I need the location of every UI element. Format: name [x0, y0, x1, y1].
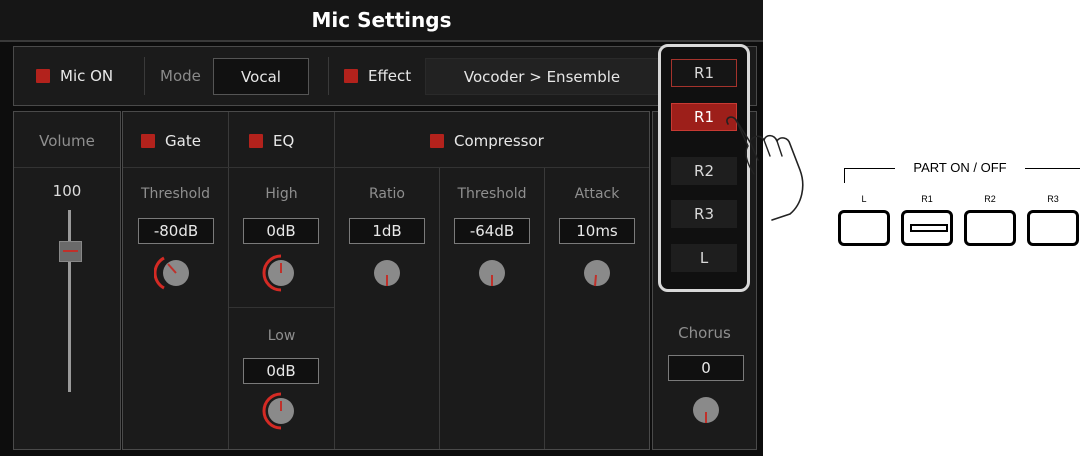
hw-label-r2: R2 [984, 194, 996, 204]
volume-panel: Volume 100 [13, 111, 121, 450]
divider [439, 167, 440, 449]
gate-checkbox[interactable] [141, 134, 155, 148]
chorus-label: Chorus [678, 324, 731, 342]
compressor-ratio-label: Ratio [369, 186, 405, 202]
compressor-threshold-knob[interactable] [470, 251, 514, 295]
compressor-ratio-knob[interactable] [365, 251, 409, 295]
compressor-attack-label: Attack [574, 186, 620, 202]
eq-low-knob[interactable] [259, 389, 303, 433]
divider [14, 167, 120, 168]
eq-high-label: High [265, 186, 298, 202]
eq-high-knob[interactable] [259, 251, 303, 295]
mic-on-label: Mic ON [60, 67, 114, 85]
eq-toggle[interactable]: EQ [249, 132, 294, 150]
hw-button-r1[interactable] [901, 210, 953, 246]
effect-select[interactable]: Vocoder > Ensemble [425, 58, 659, 95]
eq-high-value[interactable]: 0dB [243, 218, 319, 244]
effect-label: Effect [368, 67, 412, 85]
divider [229, 307, 334, 308]
divider [328, 57, 329, 95]
mode-label: Mode [160, 67, 201, 85]
compressor-threshold-value[interactable]: -64dB [454, 218, 530, 244]
chorus-value[interactable]: 0 [668, 355, 744, 381]
eq-checkbox[interactable] [249, 134, 263, 148]
compressor-checkbox[interactable] [430, 134, 444, 148]
part-current-button[interactable]: R1 [671, 59, 737, 87]
effect-checkbox[interactable] [344, 69, 358, 83]
divider [144, 57, 145, 95]
gate-toggle[interactable]: Gate [141, 132, 201, 150]
volume-slider-handle[interactable] [59, 241, 82, 262]
eq-low-label: Low [267, 328, 296, 344]
mode-select[interactable]: Vocal [213, 58, 309, 95]
top-settings-row: Mic ON Mode Vocal Effect Vocoder > Ensem… [13, 46, 757, 106]
divider [334, 112, 335, 449]
hw-indicator-r1 [910, 224, 948, 232]
mic-on-checkbox[interactable] [36, 69, 50, 83]
eq-low-value[interactable]: 0dB [243, 358, 319, 384]
divider [123, 167, 649, 168]
compressor-toggle[interactable]: Compressor [430, 132, 544, 150]
gate-threshold-knob[interactable] [154, 251, 198, 295]
volume-label: Volume [39, 132, 95, 150]
compressor-ratio-value[interactable]: 1dB [349, 218, 425, 244]
gate-label: Gate [165, 132, 201, 150]
eq-label: EQ [273, 132, 295, 150]
gate-threshold-value[interactable]: -80dB [138, 218, 214, 244]
hw-label-r1: R1 [921, 194, 933, 204]
hw-button-r3[interactable] [1027, 210, 1079, 246]
mic-settings-screen: Mic Settings Mic ON Mode Vocal Effect Vo… [0, 0, 763, 456]
hw-label-l: L [861, 194, 867, 204]
volume-value: 100 [52, 182, 82, 200]
hw-button-l[interactable] [838, 210, 890, 246]
compressor-threshold-label: Threshold [457, 186, 527, 202]
page-title: Mic Settings [0, 0, 763, 42]
effect-toggle[interactable]: Effect [344, 67, 411, 85]
mic-on-toggle[interactable]: Mic ON [36, 67, 113, 85]
hw-label-r3: R3 [1047, 194, 1059, 204]
part-option-l[interactable]: L [671, 244, 737, 272]
panel-title: PART ON / OFF [895, 160, 1025, 175]
chorus-knob[interactable] [684, 388, 728, 432]
effects-panel: Gate EQ Compressor Threshold -80dB High … [122, 111, 650, 450]
volume-slider-track[interactable] [68, 210, 71, 392]
divider [228, 112, 229, 449]
compressor-attack-knob[interactable] [575, 251, 619, 295]
compressor-attack-value[interactable]: 10ms [559, 218, 635, 244]
hardware-part-panel: PART ON / OFF L R1 R2 R3 [838, 160, 1080, 246]
pointing-hand-icon [726, 116, 804, 221]
gate-threshold-label: Threshold [141, 186, 210, 202]
compressor-label: Compressor [454, 132, 544, 150]
hw-button-r2[interactable] [964, 210, 1016, 246]
divider [544, 167, 545, 449]
